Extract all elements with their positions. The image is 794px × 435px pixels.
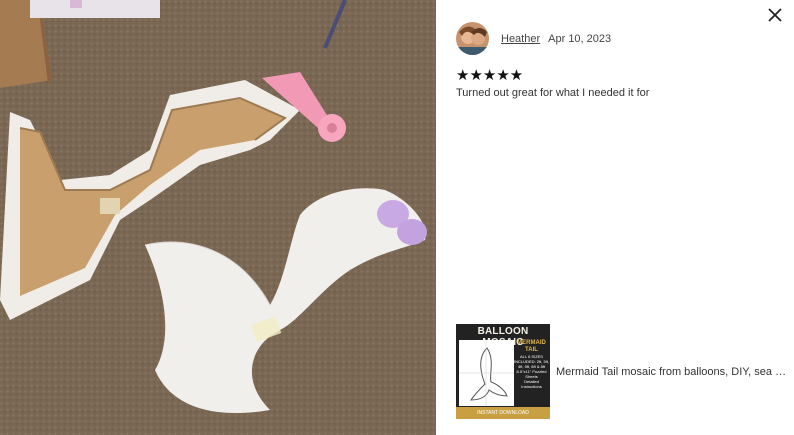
review-date: Apr 10, 2023 [548,32,612,45]
close-icon [768,8,782,22]
thumbnail-footer: INSTANT DOWNLOAD [456,407,550,419]
close-button[interactable] [764,4,786,26]
star-rating: ★★★★★ [456,67,524,84]
product-link[interactable]: BALLOON MOSAIC MERMAID TAIL ALL 6 SIZES … [456,324,788,419]
thumbnail-instructions: Detailed Instructions [521,379,542,389]
review-detail-panel: Heather Apr 10, 2023 ★★★★★ Turned out gr… [436,0,794,435]
review-text: Turned out great for what I needed it fo… [456,87,650,99]
avatar[interactable] [456,22,489,55]
review-photo-illustration [0,0,436,435]
thumbnail-details: MERMAID TAIL ALL 6 SIZES INCLUDED: 2ft, … [514,340,549,406]
thumbnail-tail-drawing [459,340,514,406]
reviewer-name-link[interactable]: Heather [501,33,540,45]
product-thumbnail[interactable]: BALLOON MOSAIC MERMAID TAIL ALL 6 SIZES … [456,324,550,419]
thumbnail-subtitle: MERMAID TAIL [517,340,546,353]
reviewer-info: Heather Apr 10, 2023 [456,22,611,55]
thumbnail-sheets: 8.5"x11" Puzzled Sheets [516,369,547,379]
product-title[interactable]: Mermaid Tail mosaic from balloons, DIY, … [556,366,788,378]
thumbnail-sizes: ALL 6 SIZES INCLUDED: 2ft, 3ft, 4ft, 5ft… [514,354,549,369]
review-photo [0,0,436,435]
